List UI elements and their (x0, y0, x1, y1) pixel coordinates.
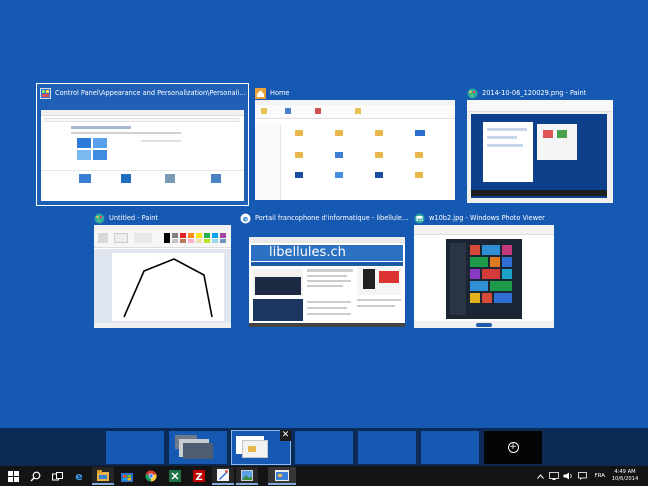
window-untitled-paint[interactable]: Untitled - Paint (91, 209, 233, 330)
taskbar-store[interactable] (116, 467, 138, 485)
new-desktop-button[interactable]: + (484, 431, 542, 464)
window-title: 2014-10-06_120029.png - Paint (482, 89, 587, 97)
desktop-6[interactable] (421, 431, 479, 464)
chevron-up-icon[interactable] (535, 471, 545, 481)
action-center-icon[interactable] (577, 471, 587, 481)
network-icon[interactable] (549, 471, 560, 481)
taskbar-paint[interactable] (212, 467, 234, 485)
volume-icon[interactable] (563, 471, 573, 481)
window-control-panel[interactable]: Control Panel\Appearance and Personaliza… (36, 83, 249, 206)
window-title: Home (270, 89, 290, 97)
input-language[interactable]: FRA (594, 473, 605, 479)
excel-icon (169, 470, 181, 482)
window-thumbnail (414, 225, 554, 328)
photo-viewer-icon (413, 212, 425, 224)
taskbar-excel[interactable] (164, 467, 186, 485)
start-button[interactable] (2, 467, 24, 485)
internet-explorer-icon: e (75, 470, 82, 482)
window-header: e Portail francophone d'informatique - l… (239, 211, 409, 225)
clock[interactable]: 4:49 AM 10/6/2014 (610, 469, 640, 483)
close-desktop-button[interactable]: ✕ (280, 430, 291, 441)
photo-viewer-icon (241, 469, 253, 481)
window-title: Control Panel\Appearance and Personaliza… (55, 89, 246, 97)
task-view-icon (51, 471, 63, 480)
window-thumbnail (255, 100, 455, 200)
desktop-4[interactable] (295, 431, 353, 464)
svg-text:e: e (75, 470, 82, 482)
window-header: Control Panel\Appearance and Personaliza… (39, 86, 246, 100)
window-header: 2014-10-06_120029.png - Paint (466, 86, 614, 100)
window-paint-screenshot[interactable]: 2014-10-06_120029.png - Paint (464, 84, 616, 205)
clock-time: 4:49 AM (614, 469, 636, 475)
taskbar-chrome[interactable] (140, 467, 162, 485)
file-explorer-icon (97, 469, 109, 481)
paint-icon (466, 87, 478, 99)
taskbar-file-explorer[interactable] (92, 467, 114, 485)
start-icon (7, 470, 19, 482)
system-tray: FRA 4:49 AM 10/6/2014 (533, 466, 648, 486)
taskbar-filezilla[interactable]: Z (188, 467, 210, 485)
internet-explorer-icon: e (239, 212, 251, 224)
window-header: Untitled - Paint (93, 211, 231, 225)
chrome-icon (145, 470, 157, 482)
search-icon (30, 471, 40, 481)
desktop-5[interactable] (358, 431, 416, 464)
taskbar-window-extra[interactable] (268, 467, 296, 485)
desktop-1[interactable] (106, 431, 164, 464)
store-icon (121, 472, 133, 482)
svg-text:e: e (242, 214, 248, 223)
window-title: Untitled - Paint (109, 214, 158, 222)
taskbar-internet-explorer[interactable]: e (68, 467, 90, 485)
window-home[interactable]: Home (252, 84, 458, 205)
search-button[interactable] (24, 467, 46, 485)
window-thumbnail (467, 100, 613, 203)
window-header: w10b2.jpg - Windows Photo Viewer (413, 211, 554, 225)
control-panel-icon (39, 87, 51, 99)
virtual-desktops-bar: ✕ + (0, 428, 648, 466)
window-thumbnail (94, 225, 231, 328)
taskbar-photo-viewer[interactable] (236, 467, 258, 485)
window-thumbnail: libellules.ch (249, 237, 405, 327)
paint-icon (217, 469, 229, 481)
task-view: Control Panel\Appearance and Personaliza… (0, 0, 648, 428)
desktop-2[interactable] (169, 431, 227, 464)
libellules-logo: libellules.ch (269, 245, 346, 260)
window-title: Portail francophone d'informatique - lib… (255, 214, 409, 222)
desktop-3[interactable]: ✕ (231, 430, 291, 465)
svg-text:Z: Z (195, 472, 202, 482)
window-title: w10b2.jpg - Windows Photo Viewer (429, 214, 545, 222)
filezilla-icon: Z (193, 470, 205, 482)
task-view-button[interactable] (46, 467, 68, 485)
window-thumbnail (41, 110, 244, 201)
clock-date: 10/6/2014 (611, 476, 639, 482)
taskbar: e Z FRA 4:49 AM 10/6/2014 (0, 466, 648, 486)
window-internet-explorer[interactable]: e Portail francophone d'informatique - l… (237, 209, 411, 330)
window-header: Home (254, 86, 456, 100)
window-icon (275, 469, 289, 481)
add-icon: + (507, 442, 519, 453)
paint-icon (93, 212, 105, 224)
window-photo-viewer[interactable]: w10b2.jpg - Windows Photo Viewer (411, 209, 556, 330)
home-icon (254, 87, 266, 99)
